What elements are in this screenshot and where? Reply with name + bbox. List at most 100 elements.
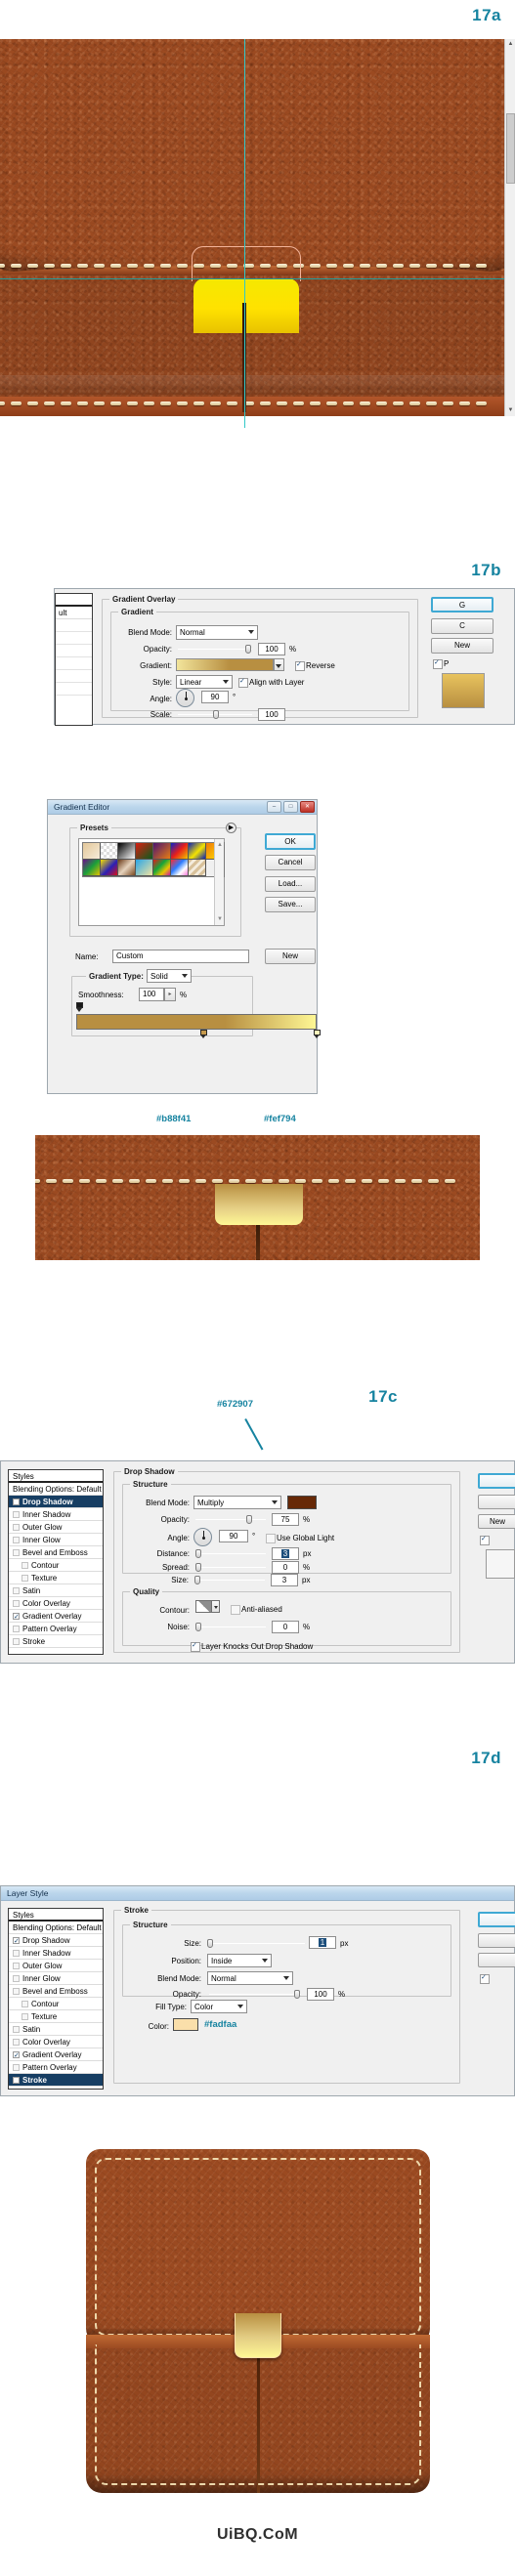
gradient-type-select[interactable]: Solid [147,969,192,983]
anti-aliased-checkbox[interactable]: Anti-aliased [231,1605,282,1615]
cancel-button-partial[interactable]: C [431,618,494,634]
position-select[interactable]: Inside [207,1954,272,1967]
save-button[interactable]: Save... [265,897,316,912]
opacity-slider[interactable] [178,645,252,654]
opacity-input[interactable]: 100 [258,643,285,655]
scrollbar-thumb[interactable] [506,113,515,184]
gradient-opacity-stop-left[interactable] [76,1002,83,1012]
layer-knocks-out-checkbox[interactable]: Layer Knocks Out Drop Shadow [191,1641,313,1652]
sidebar-item-pattern-overlay[interactable]: Pattern Overlay [9,2061,103,2074]
sidebar-item-texture[interactable]: Texture [9,2010,103,2023]
sidebar-item-stroke[interactable]: Stroke [9,2074,103,2088]
styles-column-fragment[interactable]: ult [55,593,93,726]
close-icon[interactable]: ✕ [300,801,315,813]
sidebar-item-contour[interactable]: Contour [9,1559,103,1572]
new-gradient-button[interactable]: New [265,949,316,964]
minimize-icon[interactable]: – [267,801,281,813]
blending-options-row[interactable]: Blending Options: Default [9,1921,103,1934]
scroll-down-arrow[interactable]: ▼ [505,405,515,416]
spread-input[interactable]: 0 [272,1561,299,1574]
gradient-name-input[interactable]: Custom [112,950,249,963]
sidebar-item-color-overlay[interactable]: Color Overlay [9,2036,103,2048]
styles-list-c[interactable]: Styles Blending Options: Default Drop Sh… [8,1469,104,1655]
sidebar-item-texture[interactable]: Texture [9,1572,103,1584]
opacity-input[interactable]: 75 [272,1513,299,1526]
sidebar-item-satin[interactable]: Satin [9,2023,103,2036]
sidebar-item-color-overlay[interactable]: Color Overlay [9,1597,103,1610]
sidebar-item-drop-shadow[interactable]: Drop Shadow [9,1496,103,1509]
presets-scrollbar[interactable]: ▲ ▼ [214,839,224,925]
stroke-color-swatch[interactable] [173,2018,198,2031]
smoothness-stepper[interactable]: ▸ [164,988,176,1001]
presets-grid[interactable] [82,842,225,877]
sidebar-item-satin[interactable]: Satin [9,1584,103,1597]
ok-button-partial-c[interactable] [478,1473,515,1489]
gradient-color-stop-right[interactable] [314,1030,321,1038]
size-input[interactable]: 3 [271,1574,298,1586]
gradient-editor-dialog[interactable]: Gradient Editor – □ ✕ Presets ▶ ▲ ▼ Name… [47,799,321,1094]
noise-slider[interactable] [195,1623,266,1631]
sidebar-item-inner-shadow[interactable]: Inner Shadow [9,1947,103,1960]
shadow-color-swatch[interactable] [287,1496,317,1509]
styles-list-d[interactable]: Styles Blending Options: Default Drop Sh… [8,1908,104,2090]
sidebar-item-gradient-overlay[interactable]: Gradient Overlay [9,1610,103,1624]
maximize-icon[interactable]: □ [283,801,298,813]
sidebar-item-pattern-overlay[interactable]: Pattern Overlay [9,1623,103,1635]
preview-checkbox-partial[interactable]: P [433,658,449,669]
blend-mode-select[interactable]: Normal [207,1971,293,1985]
guide-vertical[interactable] [244,39,245,428]
window-buttons[interactable]: – □ ✕ [267,801,315,813]
guide-horizontal[interactable] [0,278,504,279]
size-slider[interactable] [194,1576,265,1584]
cancel-button[interactable]: Cancel [265,855,316,870]
canvas-scrollbar[interactable]: ▲ ▼ [504,39,515,416]
blend-mode-select[interactable]: Normal [176,625,258,640]
reverse-checkbox[interactable]: Reverse [295,660,335,671]
clasp-shape-yellow[interactable] [193,278,299,333]
ok-button-partial-d[interactable] [478,1912,515,1927]
angle-input[interactable]: 90 [219,1530,248,1542]
scale-slider[interactable] [178,710,252,719]
sidebar-item-gradient-overlay[interactable]: Gradient Overlay [9,2048,103,2062]
presets-listbox[interactable]: ▲ ▼ [78,838,225,926]
smoothness-input[interactable]: 100 [139,988,164,1001]
new-style-button-partial[interactable]: New [431,638,494,654]
distance-slider[interactable] [195,1549,266,1558]
contour-dropdown[interactable] [212,1600,220,1613]
angle-dial[interactable] [176,689,194,707]
opacity-input[interactable]: 100 [307,1988,334,2001]
opacity-slider[interactable] [195,1515,266,1524]
distance-input[interactable]: 3 [272,1547,299,1560]
cancel-button-partial-c[interactable] [478,1495,515,1509]
noise-input[interactable]: 0 [272,1621,299,1633]
blending-options-fragment[interactable]: ult [56,607,92,619]
load-button[interactable]: Load... [265,876,316,892]
use-global-light-checkbox[interactable]: Use Global Light [266,1534,334,1543]
cancel-button-partial-d[interactable] [478,1933,515,1948]
gradient-overlay-dialog[interactable]: ult Gradient Overlay Gradient Blend Mode… [54,588,515,726]
angle-input[interactable]: 90 [201,691,229,703]
opacity-slider[interactable] [209,1990,301,1999]
scale-input[interactable]: 100 [258,708,285,721]
style-select[interactable]: Linear [176,675,233,689]
scroll-up-arrow[interactable]: ▲ [505,39,515,50]
angle-dial[interactable] [193,1528,212,1546]
sidebar-item-contour[interactable]: Contour [9,1998,103,2010]
ok-button-partial[interactable]: G [431,597,494,612]
gradient-ramp[interactable] [76,1014,317,1030]
size-input[interactable]: 1 [309,1936,336,1949]
new-style-button-partial-c[interactable]: New [478,1514,515,1529]
sidebar-item-bevel-and-emboss[interactable]: Bevel and Emboss [9,1985,103,1998]
presets-menu-icon[interactable]: ▶ [226,823,236,833]
sidebar-item-drop-shadow[interactable]: Drop Shadow [9,1934,103,1948]
sidebar-item-outer-glow[interactable]: Outer Glow [9,1960,103,1972]
gradient-picker-dropdown[interactable] [274,658,284,671]
sidebar-item-stroke[interactable]: Stroke [9,1635,103,1648]
gradient-editor-titlebar[interactable]: Gradient Editor – □ ✕ [48,800,317,815]
contour-preview[interactable] [195,1600,212,1613]
layer-style-dialog[interactable]: Layer Style Styles Blending Options: Def… [0,1885,515,2096]
blending-options-row[interactable]: Blending Options: Default [9,1483,103,1496]
gradient-preview-swatch[interactable] [176,658,274,671]
sidebar-item-inner-glow[interactable]: Inner Glow [9,1972,103,1985]
layer-style-titlebar[interactable]: Layer Style [1,1886,514,1901]
